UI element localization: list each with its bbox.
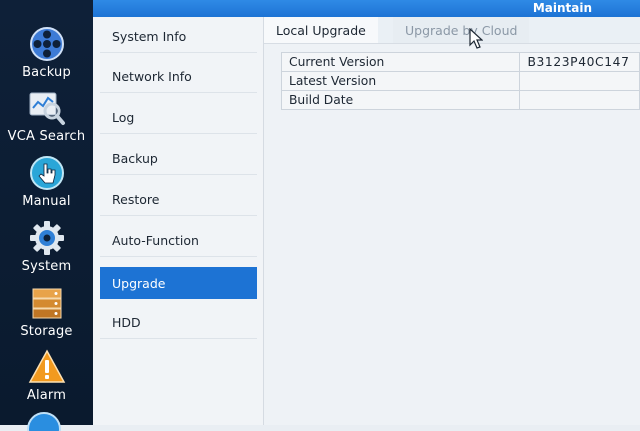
build-date-label: Build Date: [280, 90, 521, 110]
tab-local-upgrade[interactable]: Local Upgrade: [264, 17, 378, 43]
table-row: Latest Version: [280, 71, 640, 91]
maintain-submenu: System Info Network Info Log Backup Rest…: [93, 17, 264, 425]
submenu-item-network-info[interactable]: Network Info: [100, 61, 257, 93]
nav-more-icon[interactable]: [26, 411, 62, 431]
nav-storage[interactable]: Storage: [0, 283, 93, 345]
table-row: Current Version B3123P40C147: [280, 52, 640, 72]
nav-system[interactable]: System: [0, 218, 93, 280]
latest-version-value: [519, 71, 640, 91]
current-version-value: B3123P40C147: [519, 52, 640, 72]
version-info-table: Current Version B3123P40C147 Latest Vers…: [280, 52, 640, 110]
submenu-item-restore[interactable]: Restore: [100, 184, 257, 216]
gear-icon: [28, 220, 66, 256]
submenu-item-auto-function[interactable]: Auto-Function: [100, 225, 257, 257]
nav-manual[interactable]: Manual: [0, 153, 93, 215]
hand-pointer-icon: [28, 155, 66, 191]
main-nav-rail: Backup VCA Search Manual System Storage …: [0, 0, 93, 431]
submenu-item-hdd[interactable]: HDD: [100, 307, 257, 339]
mouse-cursor-icon: [469, 28, 483, 49]
warning-icon: [28, 349, 66, 385]
submenu-item-upgrade[interactable]: Upgrade: [100, 267, 257, 299]
latest-version-label: Latest Version: [280, 71, 521, 91]
tab-upgrade-by-cloud[interactable]: Upgrade by Cloud: [393, 17, 530, 43]
table-row: Build Date: [280, 90, 640, 110]
current-version-label: Current Version: [280, 52, 521, 72]
submenu-item-system-info[interactable]: System Info: [100, 21, 257, 53]
top-bar: Maintain: [93, 0, 640, 17]
storage-disk-icon: [28, 285, 66, 321]
submenu-item-log[interactable]: Log: [100, 102, 257, 134]
upgrade-tabs: Local Upgrade Upgrade by Cloud: [264, 17, 640, 44]
build-date-value: [519, 90, 640, 110]
upgrade-panel: Local Upgrade Upgrade by Cloud Current V…: [264, 17, 640, 425]
page-title: Maintain: [532, 1, 592, 15]
nav-alarm[interactable]: Alarm: [0, 347, 93, 409]
magnifier-chart-icon: [28, 90, 66, 126]
nav-backup[interactable]: Backup: [0, 24, 93, 86]
nav-vca-search[interactable]: VCA Search: [0, 88, 93, 150]
submenu-item-backup[interactable]: Backup: [100, 143, 257, 175]
film-reel-icon: [28, 26, 66, 62]
